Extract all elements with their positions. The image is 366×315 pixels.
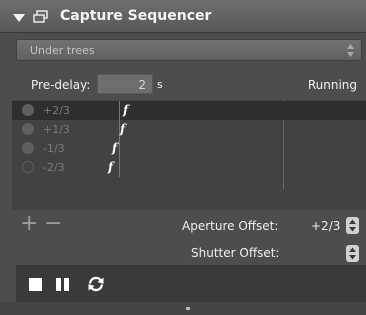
sequence-row[interactable]: -1/3 f <box>12 139 366 158</box>
sequence-row[interactable]: +2/3 f <box>12 101 366 120</box>
preset-selected-value: Under trees <box>30 44 95 57</box>
sequence-value: +2/3 <box>43 104 70 117</box>
remove-button[interactable]: − <box>44 213 62 235</box>
sequence-value: -1/3 <box>43 142 65 155</box>
add-button[interactable]: + <box>20 213 38 235</box>
sequence-f-marker: f <box>123 103 129 117</box>
panel-header: Capture Sequencer <box>0 0 366 33</box>
capture-sequencer-panel: Capture Sequencer Under trees Pre-delay:… <box>0 0 366 315</box>
collapse-triangle-icon[interactable] <box>13 14 25 22</box>
loop-icon[interactable] <box>87 275 105 293</box>
aperture-offset-stepper[interactable] <box>346 217 359 234</box>
aperture-offset-label: Aperture Offset: <box>182 219 279 233</box>
stop-icon[interactable] <box>29 278 42 291</box>
sequence-dot-icon <box>22 104 34 116</box>
pre-delay-input[interactable]: 2 <box>97 74 153 94</box>
window-icon[interactable] <box>33 10 49 24</box>
sequence-f-marker: f <box>112 141 118 155</box>
aperture-offset-value: +2/3 <box>311 219 341 233</box>
sequence-value: -2/3 <box>43 161 65 174</box>
sequence-bar <box>119 139 120 158</box>
sequence-bar <box>119 158 120 177</box>
sequence-dot-icon <box>22 142 34 154</box>
sequence-row[interactable]: +1/3 f <box>12 120 366 139</box>
sequence-bar <box>119 101 120 120</box>
resize-grip-icon[interactable] <box>186 307 190 310</box>
panel-title: Capture Sequencer <box>60 8 212 24</box>
resize-footer <box>0 302 366 315</box>
status-text: Running <box>307 78 357 92</box>
sequence-value: +1/3 <box>43 123 70 136</box>
sequence-row[interactable]: -2/3 f <box>12 158 366 177</box>
pre-delay-label: Pre-delay: <box>31 78 91 92</box>
transport-bar <box>16 265 366 302</box>
sequence-dot-icon <box>22 161 34 173</box>
select-arrows-icon <box>347 44 354 57</box>
preset-select[interactable]: Under trees <box>16 39 362 61</box>
sequence-f-marker: f <box>120 122 126 136</box>
pre-delay-value: 2 <box>138 78 146 92</box>
pause-icon[interactable] <box>56 278 69 291</box>
sequence-dot-icon <box>22 123 34 135</box>
pre-delay-unit: s <box>157 78 163 91</box>
sequence-f-marker: f <box>108 160 114 174</box>
shutter-offset-label: Shutter Offset: <box>191 246 280 260</box>
sequence-list[interactable]: +2/3 f +1/3 f -1/3 f -2/3 f <box>12 100 366 210</box>
shutter-offset-stepper[interactable] <box>346 245 359 262</box>
